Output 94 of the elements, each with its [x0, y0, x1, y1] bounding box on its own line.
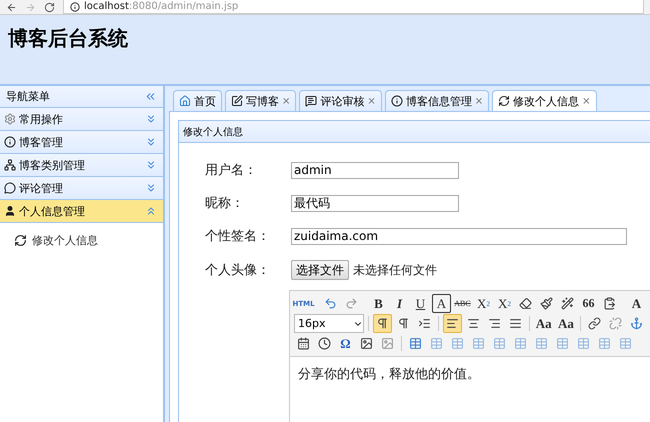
justify-icon	[508, 317, 522, 330]
tab[interactable]: 博客信息管理 ×	[384, 90, 490, 111]
tab[interactable]: 修改个人信息 ×	[492, 90, 597, 111]
chevron-icon	[145, 136, 157, 148]
align-left-button[interactable]	[442, 314, 462, 333]
font-size-select[interactable]: 16px	[294, 314, 364, 333]
file-status: 未选择任何文件	[353, 262, 437, 278]
brush-icon	[540, 297, 553, 310]
align-center-icon	[466, 317, 480, 330]
format-button[interactable]: Ω	[336, 334, 355, 353]
site-title: 博客后台系统	[8, 25, 128, 52]
link-icon	[588, 317, 602, 330]
edit-icon	[231, 95, 243, 107]
menu-section[interactable]: 博客类别管理	[0, 154, 163, 177]
undo-icon	[324, 297, 337, 310]
field-label: 个性签名：	[205, 228, 271, 245]
field-label: 个人头像：	[205, 262, 271, 279]
format-button[interactable]: 66	[579, 294, 598, 313]
table-icon	[535, 337, 548, 350]
redo-icon	[345, 297, 358, 310]
tab[interactable]: 首页	[173, 90, 222, 111]
close-icon[interactable]: ×	[367, 96, 376, 106]
table-icon	[430, 337, 443, 350]
ltr-button[interactable]	[372, 314, 392, 333]
unlink-icon	[609, 317, 622, 330]
menu-section[interactable]: 个人信息管理	[0, 200, 163, 223]
format-button[interactable]: B	[369, 294, 388, 313]
format-button[interactable]: I	[390, 294, 409, 313]
refresh-icon	[498, 95, 510, 107]
table-icon	[472, 337, 485, 350]
anchor-icon	[630, 317, 644, 330]
home-icon	[179, 95, 191, 107]
menu-section[interactable]: 评论管理	[0, 177, 163, 200]
table-icon	[514, 337, 527, 350]
close-icon[interactable]: ×	[474, 96, 484, 106]
format-button[interactable]: A	[627, 294, 646, 313]
eraser-icon	[519, 297, 532, 310]
format-button[interactable]: A	[432, 294, 451, 313]
format-button[interactable]: Aa	[556, 314, 576, 333]
table-icon	[493, 337, 506, 350]
image-icon	[381, 337, 394, 350]
format-button[interactable]: ABC	[453, 294, 472, 313]
format-button[interactable]: X$^{2}$	[474, 294, 493, 313]
table-icon	[451, 337, 464, 350]
paste-icon	[603, 297, 616, 310]
close-icon[interactable]: ×	[282, 96, 290, 106]
circle-icon	[390, 95, 403, 107]
rtl-icon	[396, 317, 410, 330]
clock-icon	[318, 337, 331, 350]
align-right-icon	[488, 317, 501, 330]
sidebar-title: 导航菜单	[6, 89, 50, 104]
menu-section[interactable]: 常用操作	[0, 108, 163, 131]
menu-item[interactable]: 修改个人信息	[0, 223, 163, 248]
chevron-icon	[145, 205, 157, 217]
align-left-icon	[446, 317, 459, 330]
image-icon	[360, 337, 373, 350]
menu-section[interactable]: 博客管理	[0, 131, 163, 154]
table-icon	[619, 337, 632, 350]
refresh-icon	[14, 234, 27, 247]
field-label: 用户名：	[205, 162, 258, 179]
panel-title: 修改个人信息	[183, 126, 243, 138]
wand-icon	[561, 297, 574, 310]
reload-icon[interactable]	[44, 2, 55, 12]
gear-icon	[4, 113, 16, 125]
format-button[interactable]: U	[411, 294, 430, 313]
collapse-icon[interactable]	[144, 90, 157, 103]
table-icon	[556, 337, 569, 350]
tree-icon	[4, 159, 16, 171]
person-icon	[4, 205, 16, 217]
field-label: 昵称：	[205, 195, 245, 212]
text-field[interactable]: 最代码	[291, 194, 459, 212]
chevron-icon	[145, 182, 157, 194]
text-field[interactable]: admin	[291, 162, 459, 178]
editor-content[interactable]: 分享你的代码，释放他的价值。	[290, 357, 650, 391]
close-icon[interactable]: ×	[582, 96, 591, 106]
address-bar[interactable]: localhost:8080/admin/main.jsp	[63, 0, 644, 14]
info-icon	[70, 2, 80, 12]
table-icon	[598, 337, 611, 350]
chevron-icon	[145, 113, 157, 125]
ltr-icon	[376, 317, 389, 330]
format-button[interactable]: Aa	[534, 314, 554, 333]
calendar-icon	[297, 337, 310, 350]
comment-icon	[305, 95, 318, 107]
tab[interactable]: 写博客 ×	[225, 90, 296, 111]
circle-icon	[4, 136, 16, 148]
choose-file-button[interactable]: 选择文件	[291, 260, 349, 280]
tab[interactable]: 评论审核 ×	[299, 90, 382, 111]
speech-bubble-icon	[4, 182, 16, 194]
indent-icon	[418, 317, 431, 330]
table-icon	[577, 337, 590, 350]
chevron-icon	[145, 159, 157, 171]
table-icon	[409, 337, 422, 350]
text-field[interactable]: zuidaima.com	[291, 228, 627, 244]
back-icon[interactable]	[6, 2, 17, 12]
